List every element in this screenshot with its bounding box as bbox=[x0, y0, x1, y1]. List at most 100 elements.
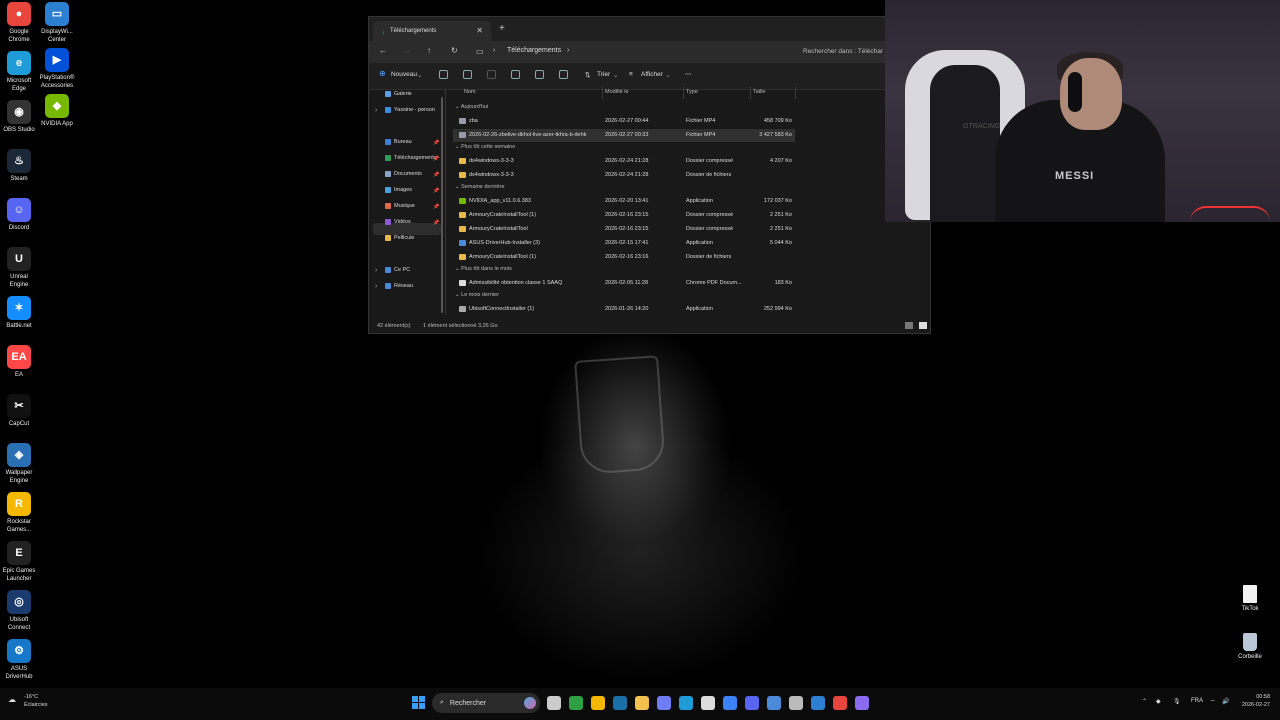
nav-item-gallery[interactable]: Galerie bbox=[385, 91, 412, 97]
new-button[interactable]: Nouveau bbox=[391, 71, 417, 78]
desktop-icon-wallpaper-engine[interactable]: ◈ Wallpaper Engine bbox=[0, 443, 38, 485]
desktop-icon-discord[interactable]: ☺ Discord bbox=[0, 198, 38, 232]
file-row[interactable]: ASUS-DriverHub-Installer (3) 2026-02-15 1… bbox=[453, 237, 795, 250]
volume-icon[interactable]: 🔊 bbox=[1222, 698, 1229, 705]
refresh-icon[interactable]: ↻ bbox=[451, 46, 458, 55]
expand-chevron-icon[interactable]: › bbox=[375, 283, 377, 290]
desktop-icon-edge[interactable]: e Microsoft Edge bbox=[0, 51, 38, 93]
taskbar-xbox-icon[interactable] bbox=[569, 696, 583, 710]
details-view-icon[interactable] bbox=[905, 322, 913, 329]
desktop-icon-epic-games[interactable]: E Epic Games Launcher bbox=[0, 541, 38, 583]
wifi-icon[interactable]: ⌔ bbox=[1210, 698, 1216, 706]
close-tab-icon[interactable]: ✕ bbox=[476, 26, 483, 35]
taskbar-copilot-icon[interactable] bbox=[657, 696, 671, 710]
column-header-name[interactable]: Nom bbox=[464, 89, 476, 95]
nvidia-tray-icon[interactable]: ◆ bbox=[1156, 698, 1161, 705]
nav-item-onedrive[interactable]: Yassine - person bbox=[385, 107, 435, 113]
desktop-icon-obs[interactable]: ◉ OBS Studio bbox=[0, 100, 38, 134]
file-row[interactable]: UbisoftConnectInstaller (1) 2026-01-26 14… bbox=[453, 303, 795, 316]
desktop-icon-unreal[interactable]: U Unreal Engine bbox=[0, 247, 38, 289]
desktop-icon-ea[interactable]: EA EA bbox=[0, 345, 38, 379]
language-indicator[interactable]: FRA bbox=[1191, 698, 1203, 704]
taskbar-chrome-icon[interactable] bbox=[833, 696, 847, 710]
tab-downloads[interactable]: ↓ Téléchargements ✕ bbox=[373, 21, 491, 41]
group-header[interactable]: ⌄ Aujourd'hui bbox=[455, 104, 488, 110]
expand-chevron-icon[interactable]: › bbox=[375, 107, 377, 114]
file-row[interactable]: ds4windows-3-3-3 2026-02-24 21:28 Dossier … bbox=[453, 169, 795, 182]
group-header[interactable]: ⌄ Le mois dernier bbox=[455, 292, 499, 298]
breadcrumb[interactable]: Téléchargements bbox=[507, 47, 561, 54]
desktop-icon-battlenet[interactable]: ✶ Battle.net bbox=[0, 296, 38, 330]
group-header[interactable]: ⌄ Plus tôt dans le mois bbox=[455, 266, 512, 272]
cut-icon[interactable] bbox=[439, 70, 448, 79]
up-icon[interactable]: ↑ bbox=[427, 46, 431, 55]
file-row[interactable]: ArmouryCrateInstallTool (1) 2026-02-16 23… bbox=[453, 251, 795, 264]
file-row[interactable]: NVIDIA_app_v11.0.6.383 2026-02-20 13:41 Ap… bbox=[453, 195, 795, 208]
back-icon[interactable]: ← bbox=[379, 46, 387, 55]
start-button[interactable] bbox=[412, 696, 425, 709]
group-header[interactable]: ⌄ Plus tôt cette semaine bbox=[455, 144, 515, 150]
nav-item-music-folder[interactable]: Musique bbox=[385, 203, 415, 209]
desktop-icon-rockstar[interactable]: R Rockstar Games... bbox=[0, 492, 38, 534]
sort-button[interactable]: Trier bbox=[597, 71, 610, 78]
microphone-icon[interactable]: 🎙 bbox=[1173, 698, 1181, 705]
desktop-icon-capcut[interactable]: ✂ CapCut bbox=[0, 394, 38, 428]
taskbar-steam-icon[interactable] bbox=[613, 696, 627, 710]
taskbar-notepad-icon[interactable] bbox=[701, 696, 715, 710]
taskbar-ea-icon[interactable] bbox=[767, 696, 781, 710]
paste-icon[interactable] bbox=[487, 70, 496, 79]
nav-item-videos-folder[interactable]: Vidéos bbox=[385, 219, 411, 225]
group-header[interactable]: ⌄ Semaine dernière bbox=[455, 184, 505, 190]
rename-icon[interactable] bbox=[511, 70, 520, 79]
file-row[interactable]: 2026-02-26-zbelive-dkhol-live-azer-tkhra… bbox=[453, 129, 795, 142]
column-header-type[interactable]: Type bbox=[686, 89, 698, 95]
view-button[interactable]: Afficher bbox=[641, 71, 663, 78]
taskbar-mail-icon[interactable] bbox=[723, 696, 737, 710]
chevron-up-icon[interactable]: ⌃ bbox=[1142, 698, 1147, 705]
nav-item-network[interactable]: Réseau bbox=[385, 283, 413, 289]
new-tab-icon[interactable]: + bbox=[499, 23, 505, 34]
file-row[interactable]: zba 2026-02-27 00:44 Fichier MP4 458 709 Ko bbox=[453, 115, 795, 128]
taskbar-settings-icon[interactable] bbox=[789, 696, 803, 710]
weather-widget[interactable]: ☁ -16°C Éclaircies bbox=[8, 693, 48, 709]
copy-icon[interactable] bbox=[463, 70, 472, 79]
column-header-size[interactable]: Taille bbox=[753, 89, 766, 95]
clock[interactable]: 00:58 2026-02-27 bbox=[1236, 693, 1270, 709]
desktop-icon-display-widget[interactable]: ▭ DisplayWi... Center bbox=[38, 2, 76, 44]
desktop-icon-recycle-bin[interactable]: Corbeille bbox=[1230, 633, 1270, 660]
nav-item-documents-folder[interactable]: Documents bbox=[385, 171, 422, 177]
nav-item-folder[interactable]: Pellicule bbox=[385, 235, 414, 241]
taskbar-search[interactable]: ⌕ Rechercher bbox=[432, 693, 540, 713]
desktop-icon-playstation[interactable]: ▶ PlayStation® Accessories bbox=[38, 48, 76, 90]
desktop-icon-nvidia[interactable]: ◆ NVIDIA App bbox=[38, 94, 76, 128]
taskbar-edge-icon[interactable] bbox=[679, 696, 693, 710]
nav-item-desktop-folder[interactable]: Bureau bbox=[385, 139, 412, 145]
file-row[interactable]: Admissibilité obtention classe 1 SAAQ 202… bbox=[453, 277, 795, 290]
nav-item-downloads-folder[interactable]: Téléchargements bbox=[385, 155, 437, 161]
file-row[interactable]: ds4windows-3-3-3 2026-02-24 21:28 Dossier … bbox=[453, 155, 795, 168]
share-icon[interactable] bbox=[535, 70, 544, 79]
taskbar-display-widget-icon[interactable] bbox=[811, 696, 825, 710]
taskbar-rockstar-icon[interactable] bbox=[591, 696, 605, 710]
taskbar-discord-icon[interactable] bbox=[745, 696, 759, 710]
nav-item-pc[interactable]: Ce PC bbox=[385, 267, 410, 273]
tiles-view-icon[interactable] bbox=[919, 322, 927, 329]
forward-icon[interactable]: → bbox=[403, 46, 411, 55]
file-row[interactable]: ArmouryCrateInstallTool (1) 2026-02-16 23… bbox=[453, 209, 795, 222]
desktop-icon-tiktok[interactable]: TikTok bbox=[1230, 585, 1270, 612]
nav-scrollbar[interactable] bbox=[441, 97, 443, 313]
desktop-icon-ubisoft[interactable]: ◎ Ubisoft Connect bbox=[0, 590, 38, 632]
desktop-icon-asus-driverhub[interactable]: ⚙ ASUS DriverHub bbox=[0, 639, 38, 681]
file-row[interactable]: ArmouryCrateInstallTool 2026-02-16 23:15 D… bbox=[453, 223, 795, 236]
desktop-icon-steam[interactable]: ♨ Steam bbox=[0, 149, 38, 183]
expand-chevron-icon[interactable]: › bbox=[375, 267, 377, 274]
more-options-icon[interactable]: ··· bbox=[685, 71, 692, 78]
pane-divider[interactable] bbox=[445, 89, 446, 315]
delete-icon[interactable] bbox=[559, 70, 568, 79]
taskbar-game-controller-icon[interactable] bbox=[855, 696, 869, 710]
taskbar-task-view-icon[interactable] bbox=[547, 696, 561, 710]
nav-item-pictures-folder[interactable]: Images bbox=[385, 187, 412, 193]
desktop-icon-chrome[interactable]: ● Google Chrome bbox=[0, 2, 38, 44]
chevron-right-icon[interactable]: › bbox=[567, 47, 569, 54]
taskbar-file-explorer-icon[interactable] bbox=[635, 696, 649, 710]
